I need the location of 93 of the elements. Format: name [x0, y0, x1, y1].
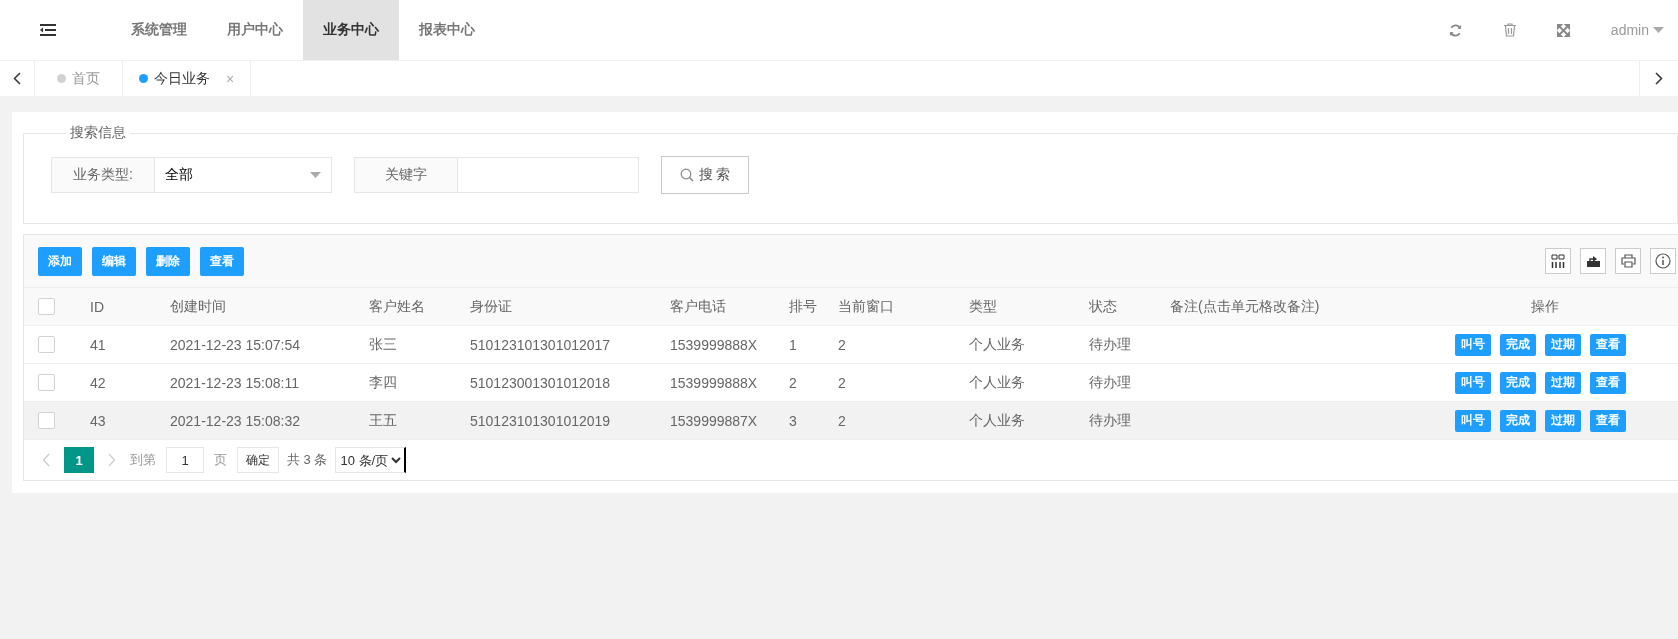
- row-action-button[interactable]: 完成: [1500, 371, 1536, 394]
- search-button[interactable]: 搜 索: [661, 156, 749, 194]
- table-cell: 待办理: [1089, 411, 1131, 428]
- menu-icon: [40, 24, 56, 36]
- column-header: 排号: [789, 297, 817, 314]
- table-cell: 个人业务: [969, 411, 1025, 428]
- nav-tab[interactable]: 报表中心: [399, 0, 495, 60]
- toolbar-icon-button[interactable]: [1580, 248, 1606, 274]
- table-cell: 2021-12-23 15:08:11: [170, 374, 299, 391]
- table-cell: 510123101301012019: [470, 412, 611, 429]
- table-cell: 个人业务: [969, 373, 1025, 390]
- columns-icon: [1551, 254, 1565, 268]
- row-action-button[interactable]: 查看: [1590, 371, 1626, 394]
- table-cell: 待办理: [1089, 373, 1131, 390]
- caret-icon: [1653, 27, 1664, 33]
- column-header: ID: [90, 298, 104, 315]
- nav-tab[interactable]: 系统管理: [111, 0, 207, 60]
- toolbar-icon-button[interactable]: [1545, 248, 1571, 274]
- page-unit-label: 页: [214, 451, 227, 469]
- search-legend: 搜索信息: [66, 124, 130, 142]
- page-number-field[interactable]: 1: [166, 447, 204, 473]
- toolbar-button[interactable]: 编辑: [92, 246, 136, 276]
- table-row[interactable]: 41 2021-12-23 15:07:54 张三 510123101301012017 1539999888X 1 2 个人业务 待办理 叫号 完成 过期 查看: [24, 325, 1678, 364]
- refresh-icon[interactable]: [1449, 23, 1463, 37]
- toolbar-icon-button[interactable]: [1650, 248, 1676, 274]
- status-dot: [57, 74, 66, 83]
- print-icon: [1620, 254, 1636, 268]
- table-cell: 1539999888X: [670, 336, 758, 353]
- trash-icon[interactable]: [1503, 23, 1516, 37]
- row-action-button[interactable]: 查看: [1590, 409, 1626, 432]
- toolbar-button[interactable]: 添加: [38, 246, 82, 276]
- export-icon: [1585, 254, 1601, 268]
- row-action-button[interactable]: 完成: [1500, 333, 1536, 356]
- table-cell: 1539999887X: [670, 412, 758, 429]
- table-row[interactable]: 43 2021-12-23 15:08:32 王五 510123101301012019 1539999887X 3 2 个人业务 待办理 叫号 完成 过期 查看: [24, 401, 1678, 440]
- column-header: 操作: [1531, 297, 1559, 314]
- close-icon[interactable]: ×: [226, 70, 235, 87]
- table-cell: 个人业务: [969, 335, 1025, 352]
- chevron-left-icon[interactable]: [13, 72, 21, 85]
- row-action-button[interactable]: 过期: [1545, 409, 1581, 432]
- table-cell: 510123001301012018: [470, 374, 611, 391]
- table-cell: 3: [789, 412, 797, 429]
- row-checkbox[interactable]: [38, 412, 55, 430]
- table-cell: 2: [789, 374, 797, 391]
- confirm-button[interactable]: 确定: [237, 447, 279, 473]
- table-cell: 41: [90, 336, 106, 353]
- column-header: 状态: [1089, 297, 1117, 314]
- row-action-button[interactable]: 过期: [1545, 333, 1581, 356]
- table-cell: 1539999888X: [670, 374, 758, 391]
- row-checkbox[interactable]: [38, 374, 55, 392]
- total-count: 共 3 条: [287, 451, 328, 469]
- table-cell: 2: [838, 336, 846, 353]
- chevron-right-icon[interactable]: [1655, 72, 1663, 85]
- status-dot: [139, 74, 148, 83]
- row-action-button[interactable]: 过期: [1545, 371, 1581, 394]
- row-action-button[interactable]: 叫号: [1455, 409, 1491, 432]
- column-header: 客户姓名: [369, 297, 425, 314]
- table-cell: 2: [838, 374, 846, 391]
- column-header: 创建时间: [170, 297, 226, 314]
- table-row[interactable]: 42 2021-12-23 15:08:11 李四 510123001301012018 1539999888X 2 2 个人业务 待办理 叫号 完成 过期 查看: [24, 363, 1678, 402]
- toolbar-button[interactable]: 查看: [200, 246, 244, 276]
- column-header: 客户电话: [670, 297, 726, 314]
- table-cell: 2021-12-23 15:07:54: [170, 336, 300, 353]
- table-cell: 2: [838, 412, 846, 429]
- column-header: 类型: [969, 297, 997, 314]
- row-action-button[interactable]: 叫号: [1455, 371, 1491, 394]
- select-all-checkbox[interactable]: [38, 298, 55, 316]
- table-cell: 42: [90, 374, 106, 391]
- user-name[interactable]: admin: [1610, 22, 1649, 38]
- row-action-button[interactable]: 完成: [1500, 409, 1536, 432]
- row-action-button[interactable]: 叫号: [1455, 333, 1491, 356]
- table-cell: 43: [90, 412, 106, 429]
- info-icon: [1655, 253, 1671, 269]
- table-cell: 张三: [369, 335, 397, 352]
- goto-label: 到第: [130, 451, 156, 469]
- column-header: 当前窗口: [838, 297, 894, 314]
- table-cell: 王五: [369, 411, 397, 428]
- toolbar-button[interactable]: 删除: [146, 246, 190, 276]
- column-header: 身份证: [470, 297, 512, 314]
- page-button[interactable]: 1: [64, 447, 94, 473]
- nav-tab[interactable]: 业务中心: [303, 0, 399, 60]
- table-cell: 2021-12-23 15:08:32: [170, 412, 300, 429]
- nav-tab[interactable]: 用户中心: [207, 0, 303, 60]
- search-icon: [679, 168, 694, 182]
- table-cell: 510123101301012017: [470, 336, 611, 353]
- column-header: 备注(点击单元格改备注): [1170, 297, 1320, 314]
- row-action-button[interactable]: 查看: [1590, 333, 1626, 356]
- page-size-select[interactable]: 10 条/页: [335, 447, 407, 473]
- fullscreen-icon[interactable]: [1557, 23, 1571, 37]
- table-cell: 待办理: [1089, 335, 1131, 352]
- table-cell: 1: [789, 336, 797, 353]
- table-cell: 李四: [369, 373, 397, 390]
- row-checkbox[interactable]: [38, 336, 55, 354]
